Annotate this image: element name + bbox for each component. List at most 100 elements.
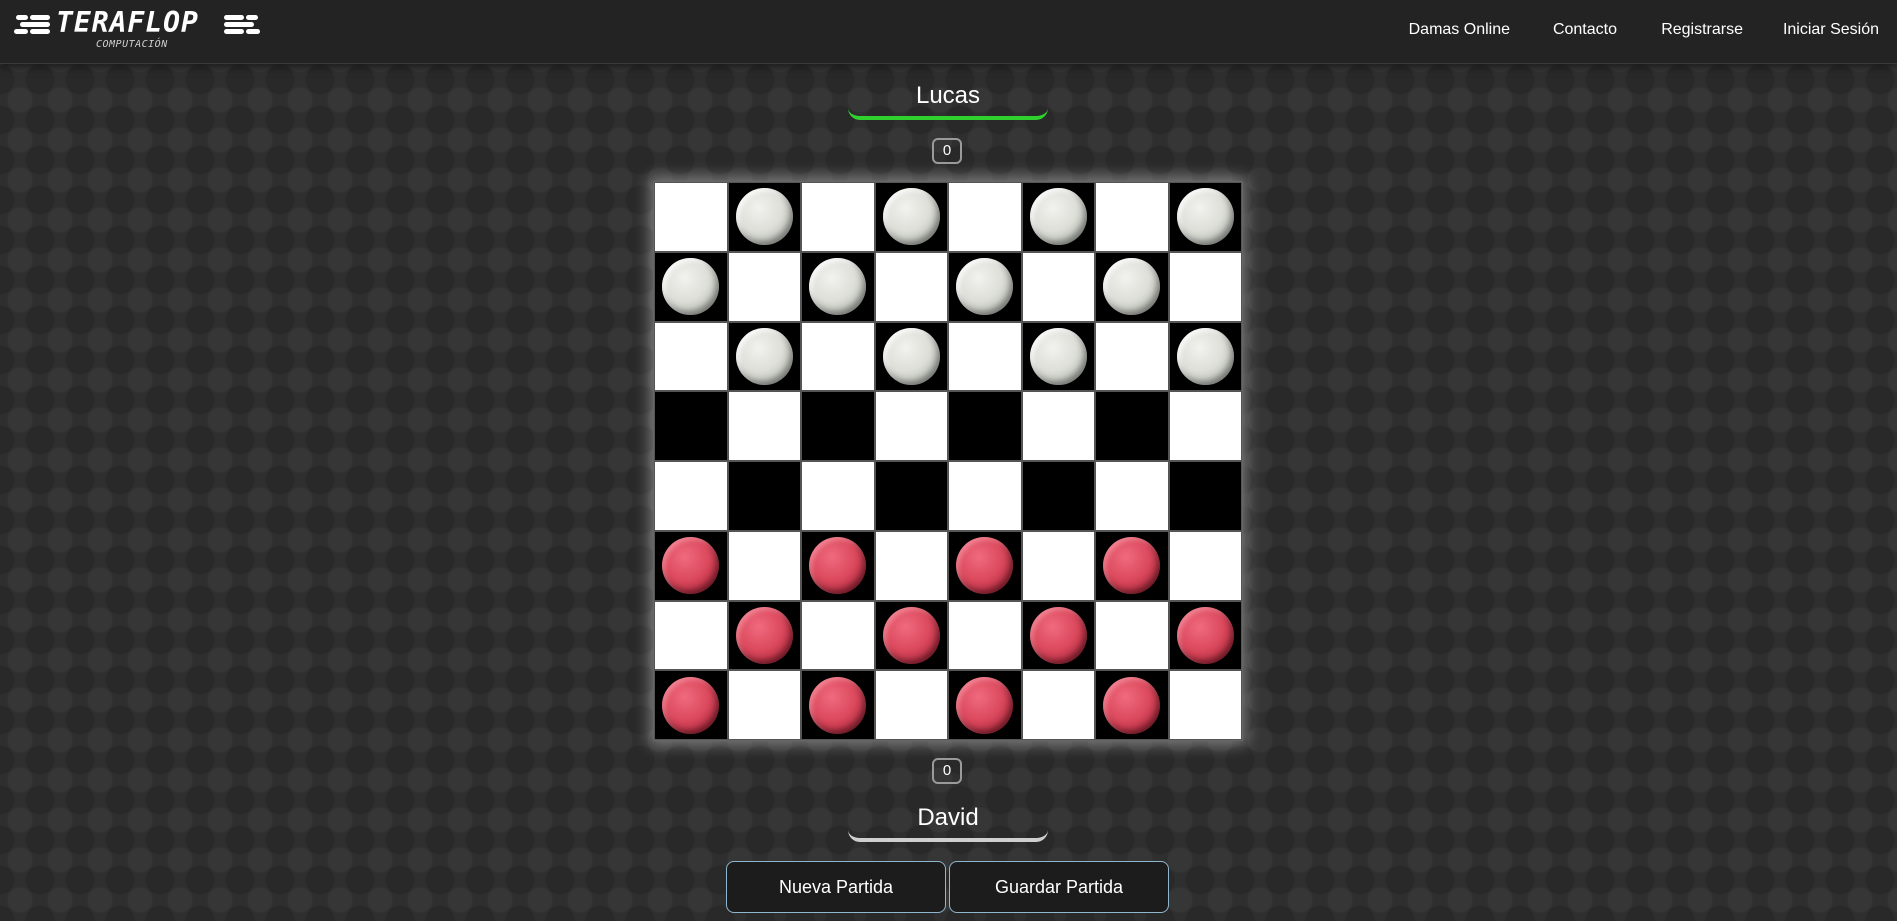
board-square[interactable] <box>1021 530 1095 601</box>
board-square[interactable] <box>1095 321 1169 392</box>
white-checker-piece[interactable] <box>1176 327 1234 385</box>
board-square[interactable] <box>1168 251 1242 322</box>
board-square[interactable] <box>1021 600 1095 671</box>
board-square[interactable] <box>801 670 875 740</box>
red-checker-piece[interactable] <box>956 676 1014 734</box>
board-square[interactable] <box>1168 391 1242 461</box>
red-checker-piece[interactable] <box>956 537 1014 595</box>
board-square[interactable] <box>727 461 801 531</box>
new-game-button[interactable]: Nueva Partida <box>726 861 946 913</box>
board-square[interactable] <box>1168 461 1242 531</box>
board-square[interactable] <box>948 321 1022 392</box>
board-square[interactable] <box>1095 251 1169 322</box>
white-checker-piece[interactable] <box>662 258 720 316</box>
board-square[interactable] <box>948 530 1022 601</box>
red-checker-piece[interactable] <box>735 606 793 664</box>
board-square[interactable] <box>874 391 948 461</box>
board-square[interactable] <box>801 251 875 322</box>
board-square[interactable] <box>874 670 948 740</box>
board-square[interactable] <box>1095 600 1169 671</box>
board-square[interactable] <box>1095 182 1169 252</box>
red-checker-piece[interactable] <box>1029 606 1087 664</box>
board-square[interactable] <box>654 321 728 392</box>
board-square[interactable] <box>874 251 948 322</box>
board-square[interactable] <box>1168 600 1242 671</box>
nav-registrarse[interactable]: Registrarse <box>1661 21 1743 39</box>
board-square[interactable] <box>1021 461 1095 531</box>
red-checker-piece[interactable] <box>809 676 867 734</box>
nav-iniciar-sesion[interactable]: Iniciar Sesión <box>1783 21 1879 39</box>
white-checker-piece[interactable] <box>1029 188 1087 246</box>
board-square[interactable] <box>874 600 948 671</box>
board-square[interactable] <box>1168 670 1242 740</box>
red-checker-piece[interactable] <box>1103 676 1161 734</box>
board-square[interactable] <box>727 530 801 601</box>
white-checker-piece[interactable] <box>735 327 793 385</box>
board-square[interactable] <box>948 461 1022 531</box>
board-square[interactable] <box>1021 251 1095 322</box>
red-checker-piece[interactable] <box>1103 537 1161 595</box>
board-square[interactable] <box>948 670 1022 740</box>
bottom-player-score: 0 <box>932 758 962 784</box>
board-square[interactable] <box>1095 670 1169 740</box>
save-game-button[interactable]: Guardar Partida <box>949 861 1169 913</box>
nav-damas-online[interactable]: Damas Online <box>1409 21 1510 39</box>
board-square[interactable] <box>654 251 728 322</box>
board-square[interactable] <box>654 391 728 461</box>
board-square[interactable] <box>1021 670 1095 740</box>
board-square[interactable] <box>727 182 801 252</box>
board-square[interactable] <box>801 391 875 461</box>
logo-title: TERAFLOP <box>56 6 199 39</box>
board-square[interactable] <box>801 461 875 531</box>
white-checker-piece[interactable] <box>882 188 940 246</box>
logo-lines-icon <box>224 11 264 35</box>
board-square[interactable] <box>1095 461 1169 531</box>
board-square[interactable] <box>1168 182 1242 252</box>
board-square[interactable] <box>727 670 801 740</box>
board-square[interactable] <box>801 530 875 601</box>
board-square[interactable] <box>874 461 948 531</box>
board-square[interactable] <box>874 321 948 392</box>
top-player-score: 0 <box>932 138 962 164</box>
board-square[interactable] <box>727 600 801 671</box>
white-checker-piece[interactable] <box>809 258 867 316</box>
board-square[interactable] <box>948 182 1022 252</box>
board-square[interactable] <box>654 461 728 531</box>
red-checker-piece[interactable] <box>662 676 720 734</box>
white-checker-piece[interactable] <box>735 188 793 246</box>
board-square[interactable] <box>874 530 948 601</box>
board-square[interactable] <box>1021 321 1095 392</box>
board-square[interactable] <box>1168 530 1242 601</box>
white-checker-piece[interactable] <box>1176 188 1234 246</box>
board-square[interactable] <box>948 391 1022 461</box>
red-checker-piece[interactable] <box>882 606 940 664</box>
board-square[interactable] <box>801 321 875 392</box>
red-checker-piece[interactable] <box>1176 606 1234 664</box>
board-square[interactable] <box>1021 182 1095 252</box>
board-square[interactable] <box>727 321 801 392</box>
white-checker-piece[interactable] <box>882 327 940 385</box>
board-square[interactable] <box>1095 391 1169 461</box>
white-checker-piece[interactable] <box>1029 327 1087 385</box>
red-checker-piece[interactable] <box>662 537 720 595</box>
board-square[interactable] <box>801 600 875 671</box>
board-square[interactable] <box>654 530 728 601</box>
board-square[interactable] <box>654 600 728 671</box>
board-square[interactable] <box>727 391 801 461</box>
nav-contacto[interactable]: Contacto <box>1553 21 1617 39</box>
board-square[interactable] <box>948 600 1022 671</box>
board-square[interactable] <box>801 182 875 252</box>
white-checker-piece[interactable] <box>956 258 1014 316</box>
red-checker-piece[interactable] <box>809 537 867 595</box>
checkers-board <box>653 181 1243 741</box>
board-square[interactable] <box>654 182 728 252</box>
board-square[interactable] <box>874 182 948 252</box>
board-square[interactable] <box>1095 530 1169 601</box>
board-square[interactable] <box>948 251 1022 322</box>
white-checker-piece[interactable] <box>1103 258 1161 316</box>
teraflop-logo[interactable]: TERAFLOP COMPUTACIÓN <box>14 6 269 54</box>
board-square[interactable] <box>654 670 728 740</box>
board-square[interactable] <box>727 251 801 322</box>
board-square[interactable] <box>1021 391 1095 461</box>
board-square[interactable] <box>1168 321 1242 392</box>
